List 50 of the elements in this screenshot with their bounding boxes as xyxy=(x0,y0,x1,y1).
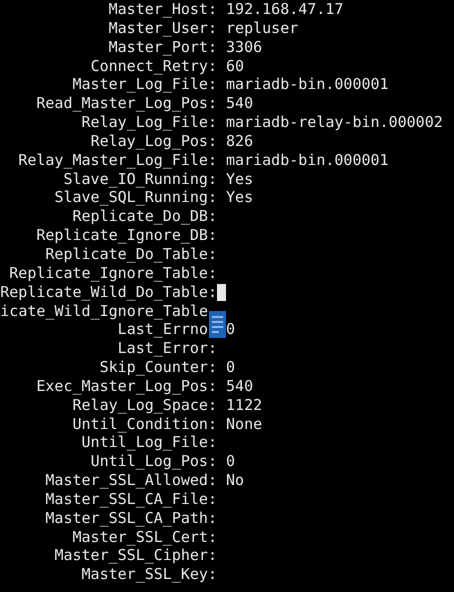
field-label: Replicate_Ignore_DB: xyxy=(36,226,217,245)
field-value: 540 xyxy=(226,94,254,114)
field-label: Until_Log_File: xyxy=(82,433,217,452)
field-value: Yes xyxy=(226,188,254,208)
field-value: 60 xyxy=(226,56,244,76)
field-label: Master_Port: xyxy=(108,38,217,57)
field-value: None xyxy=(226,414,262,434)
field-label: Slave_IO_Running: xyxy=(63,170,217,188)
field-label: Relay_Master_Log_File: xyxy=(18,150,217,170)
field-value: mariadb-relay-bin.000002 xyxy=(226,113,443,132)
field-value: No xyxy=(226,471,244,490)
field-label: Until_Log_Pos: xyxy=(90,452,217,472)
field-label: Master_Host: xyxy=(108,0,217,19)
field-label: Master_SSL_CA_File: xyxy=(45,490,217,509)
field-label: Master_SSL_Allowed: xyxy=(45,471,217,490)
field-value: 540 xyxy=(226,376,254,396)
field-value: 826 xyxy=(226,132,254,151)
field-label: Connect_Retry: xyxy=(90,56,217,76)
field-value: 1122 xyxy=(226,396,262,415)
field-value: 0 xyxy=(226,452,236,472)
field-label: Slave_SQL_Running: xyxy=(54,188,217,208)
field-label: icate_Wild_Ignore_Table xyxy=(0,302,209,320)
field-value: repluser xyxy=(226,18,298,38)
field-label: Master_SSL_CA_Path: xyxy=(45,508,217,528)
field-label: Master_SSL_Key: xyxy=(82,565,217,584)
field-label: Relay_Log_File: xyxy=(82,113,217,132)
field-label: Replicate_Ignore_Table: xyxy=(9,264,217,283)
document-icon[interactable] xyxy=(209,310,226,338)
field-label: Replicate_Wild_Do_Table: xyxy=(0,282,217,302)
field-label: Replicate_Do_DB: xyxy=(72,207,217,226)
field-value: 192.168.47.17 xyxy=(226,0,344,19)
field-value: mariadb-bin.000001 xyxy=(226,75,389,94)
field-label: Exec_Master_Log_Pos: xyxy=(36,376,217,396)
field-label: Until_Condition: xyxy=(72,414,217,434)
field-value: mariadb-bin.000001 xyxy=(226,150,389,170)
field-label: Last_Error: xyxy=(118,339,217,358)
field-value: Yes xyxy=(226,170,254,188)
field-label: Skip_Counter: xyxy=(100,358,217,377)
field-value: 0 xyxy=(226,358,236,377)
field-label: Replicate_Do_Table: xyxy=(45,244,217,264)
field-label: Last_Errno xyxy=(118,320,209,340)
field-label: Master_SSL_Cert: xyxy=(72,528,217,546)
field-value: 0 xyxy=(226,320,236,340)
field-label: Read_Master_Log_Pos: xyxy=(36,94,217,114)
field-label: Master_SSL_Cipher: xyxy=(54,546,217,566)
field-label: Master_Log_File: xyxy=(72,75,217,94)
field-label: Relay_Log_Space: xyxy=(72,396,217,415)
field-label: Relay_Log_Pos: xyxy=(90,132,217,151)
field-value: 3306 xyxy=(226,38,262,57)
field-label: Master_User: xyxy=(108,18,217,38)
